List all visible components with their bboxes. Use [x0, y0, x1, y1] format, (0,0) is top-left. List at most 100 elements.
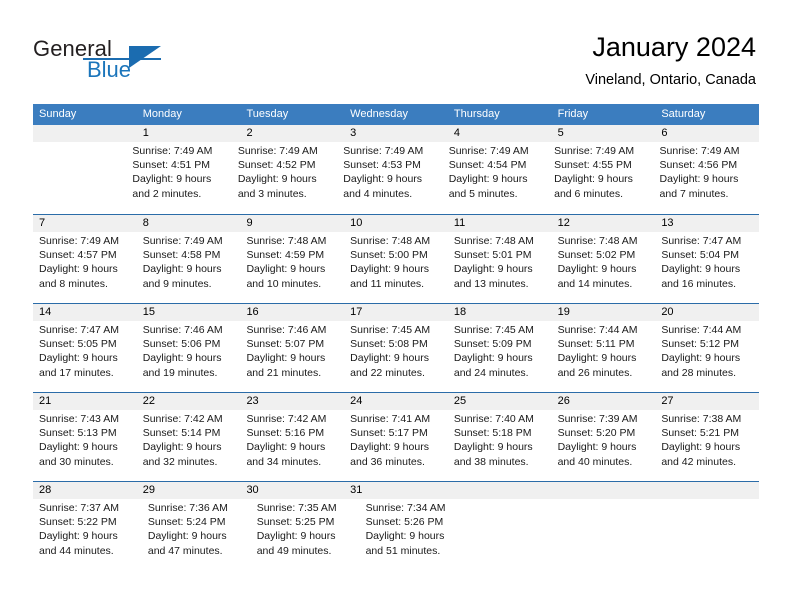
sunrise-text: Sunrise: 7:49 AM	[448, 145, 529, 157]
day-cell[interactable]: Sunrise: 7:47 AM Sunset: 5:04 PM Daylight:…	[655, 232, 759, 303]
brand-name-blue: Blue	[87, 57, 132, 82]
week-detail-band: Sunrise: 7:47 AM Sunset: 5:05 PM Daylight:…	[33, 321, 759, 392]
daylight-text-line1: Daylight: 9 hours	[132, 173, 212, 186]
sunset-text: Sunset: 5:00 PM	[350, 249, 428, 262]
day-number[interactable]: 5	[552, 125, 656, 142]
day-number[interactable]: 11	[448, 215, 552, 232]
day-number[interactable]: 27	[655, 393, 759, 410]
daylight-text-line1: Daylight: 9 hours	[557, 352, 637, 365]
weekday-header-saturday: Saturday	[661, 108, 706, 120]
sunrise-text: Sunrise: 7:49 AM	[659, 145, 740, 157]
day-cell[interactable]: Sunrise: 7:45 AM Sunset: 5:09 PM Daylight:…	[448, 321, 552, 392]
day-number[interactable]: 2	[240, 125, 344, 142]
day-number[interactable]: 23	[240, 393, 344, 410]
day-number[interactable]: 14	[33, 304, 137, 321]
day-number[interactable]: 26	[552, 393, 656, 410]
day-number[interactable]: 28	[33, 482, 137, 499]
day-number[interactable]: 7	[33, 215, 137, 232]
day-number[interactable]: 8	[137, 215, 241, 232]
sunrise-text: Sunrise: 7:42 AM	[246, 413, 327, 425]
daylight-text-line1: Daylight: 9 hours	[142, 263, 222, 276]
daylight-text-line2: and 19 minutes.	[142, 366, 218, 379]
daylight-text-line2: and 7 minutes.	[659, 187, 729, 200]
daylight-text-line2: and 47 minutes.	[147, 544, 223, 557]
day-cell[interactable]: Sunrise: 7:34 AM Sunset: 5:26 PM Daylight:…	[360, 499, 469, 570]
day-number[interactable]: 21	[33, 393, 137, 410]
day-cell[interactable]: Sunrise: 7:37 AM Sunset: 5:22 PM Daylight:…	[33, 499, 142, 570]
sunset-text: Sunset: 5:16 PM	[246, 427, 325, 440]
day-number[interactable]: 4	[448, 125, 552, 142]
day-cell[interactable]: Sunrise: 7:36 AM Sunset: 5:24 PM Daylight:…	[142, 499, 251, 570]
day-number[interactable]: 1	[137, 125, 241, 142]
day-cell[interactable]: Sunrise: 7:38 AM Sunset: 5:21 PM Daylight:…	[655, 410, 759, 481]
day-number[interactable]: 20	[655, 304, 759, 321]
sunset-text: Sunset: 5:22 PM	[39, 516, 117, 529]
day-cell[interactable]: Sunrise: 7:43 AM Sunset: 5:13 PM Daylight:…	[33, 410, 137, 481]
day-number-empty	[655, 482, 759, 499]
day-cell[interactable]: Sunrise: 7:49 AM Sunset: 4:51 PM Daylight:…	[126, 142, 231, 213]
day-number[interactable]: 6	[655, 125, 759, 142]
day-number[interactable]: 30	[240, 482, 344, 499]
sunset-text: Sunset: 4:58 PM	[142, 249, 221, 262]
daylight-text-line2: and 21 minutes.	[246, 366, 322, 379]
day-cell[interactable]: Sunrise: 7:46 AM Sunset: 5:07 PM Daylight:…	[240, 321, 344, 392]
day-cell[interactable]: Sunrise: 7:42 AM Sunset: 5:16 PM Daylight:…	[240, 410, 344, 481]
daylight-text-line2: and 40 minutes.	[557, 455, 633, 468]
daylight-text-line1: Daylight: 9 hours	[661, 352, 741, 365]
day-cell[interactable]: Sunrise: 7:48 AM Sunset: 4:59 PM Daylight:…	[240, 232, 344, 303]
calendar-week-row: 7 8 9 10 11 12 13 Sunrise: 7:49 AM Sunset: 4:57 …	[33, 214, 759, 303]
day-cell[interactable]: Sunrise: 7:35 AM Sunset: 5:25 PM Daylight:…	[251, 499, 360, 570]
week-daynumber-band: 7 8 9 10 11 12 13	[33, 215, 759, 232]
day-cell[interactable]: Sunrise: 7:48 AM Sunset: 5:02 PM Daylight:…	[552, 232, 656, 303]
day-number[interactable]: 3	[344, 125, 448, 142]
day-number[interactable]: 10	[344, 215, 448, 232]
daylight-text-line1: Daylight: 9 hours	[237, 173, 317, 186]
day-number[interactable]: 16	[240, 304, 344, 321]
day-cell[interactable]: Sunrise: 7:49 AM Sunset: 4:53 PM Daylight:…	[337, 142, 442, 213]
sunrise-text: Sunrise: 7:40 AM	[453, 413, 534, 425]
day-number[interactable]: 17	[344, 304, 448, 321]
day-cell[interactable]: Sunrise: 7:46 AM Sunset: 5:06 PM Daylight:…	[137, 321, 241, 392]
sunset-text: Sunset: 4:55 PM	[554, 159, 632, 172]
sunset-text: Sunset: 4:52 PM	[237, 159, 316, 172]
day-cell[interactable]: Sunrise: 7:44 AM Sunset: 5:11 PM Daylight:…	[552, 321, 656, 392]
page-title: January 2024	[592, 32, 756, 62]
day-cell[interactable]: Sunrise: 7:48 AM Sunset: 5:00 PM Daylight:…	[344, 232, 448, 303]
daylight-text-line1: Daylight: 9 hours	[142, 352, 222, 365]
day-number[interactable]: 31	[344, 482, 448, 499]
brand-logo[interactable]: General Blue	[33, 36, 223, 86]
day-cell[interactable]: Sunrise: 7:49 AM Sunset: 4:52 PM Daylight:…	[232, 142, 337, 213]
day-number[interactable]: 22	[137, 393, 241, 410]
daylight-text-line2: and 30 minutes.	[39, 455, 114, 468]
day-cell[interactable]: Sunrise: 7:49 AM Sunset: 4:54 PM Daylight:…	[443, 142, 548, 213]
week-detail-band: Sunrise: 7:49 AM Sunset: 4:51 PM Daylight:…	[33, 142, 759, 213]
day-cell[interactable]: Sunrise: 7:45 AM Sunset: 5:08 PM Daylight:…	[344, 321, 448, 392]
day-number[interactable]: 25	[448, 393, 552, 410]
day-cell[interactable]: Sunrise: 7:49 AM Sunset: 4:56 PM Daylight:…	[654, 142, 759, 213]
day-cell[interactable]: Sunrise: 7:49 AM Sunset: 4:55 PM Daylight:…	[548, 142, 653, 213]
day-cell[interactable]: Sunrise: 7:39 AM Sunset: 5:20 PM Daylight:…	[552, 410, 656, 481]
day-cell[interactable]: Sunrise: 7:49 AM Sunset: 4:57 PM Daylight:…	[33, 232, 137, 303]
day-cell[interactable]: Sunrise: 7:44 AM Sunset: 5:12 PM Daylight:…	[655, 321, 759, 392]
daylight-text-line2: and 10 minutes.	[246, 277, 322, 290]
day-number[interactable]: 12	[552, 215, 656, 232]
day-cell[interactable]: Sunrise: 7:49 AM Sunset: 4:58 PM Daylight:…	[137, 232, 241, 303]
day-number[interactable]: 29	[137, 482, 241, 499]
sunrise-text: Sunrise: 7:44 AM	[557, 324, 638, 336]
day-cell-empty	[33, 142, 126, 213]
day-number[interactable]: 13	[655, 215, 759, 232]
weekday-header-sunday: Sunday	[39, 108, 77, 120]
week-detail-band: Sunrise: 7:49 AM Sunset: 4:57 PM Daylight:…	[33, 232, 759, 303]
day-number[interactable]: 9	[240, 215, 344, 232]
day-number[interactable]: 15	[137, 304, 241, 321]
day-number[interactable]: 18	[448, 304, 552, 321]
day-cell[interactable]: Sunrise: 7:48 AM Sunset: 5:01 PM Daylight:…	[448, 232, 552, 303]
day-cell[interactable]: Sunrise: 7:47 AM Sunset: 5:05 PM Daylight:…	[33, 321, 137, 392]
day-cell[interactable]: Sunrise: 7:41 AM Sunset: 5:17 PM Daylight:…	[344, 410, 448, 481]
day-number[interactable]: 24	[344, 393, 448, 410]
day-cell[interactable]: Sunrise: 7:42 AM Sunset: 5:14 PM Daylight:…	[137, 410, 241, 481]
daylight-text-line1: Daylight: 9 hours	[554, 173, 633, 186]
day-cell[interactable]: Sunrise: 7:40 AM Sunset: 5:18 PM Daylight:…	[448, 410, 552, 481]
day-number[interactable]: 19	[552, 304, 656, 321]
daylight-text-line1: Daylight: 9 hours	[557, 441, 637, 454]
